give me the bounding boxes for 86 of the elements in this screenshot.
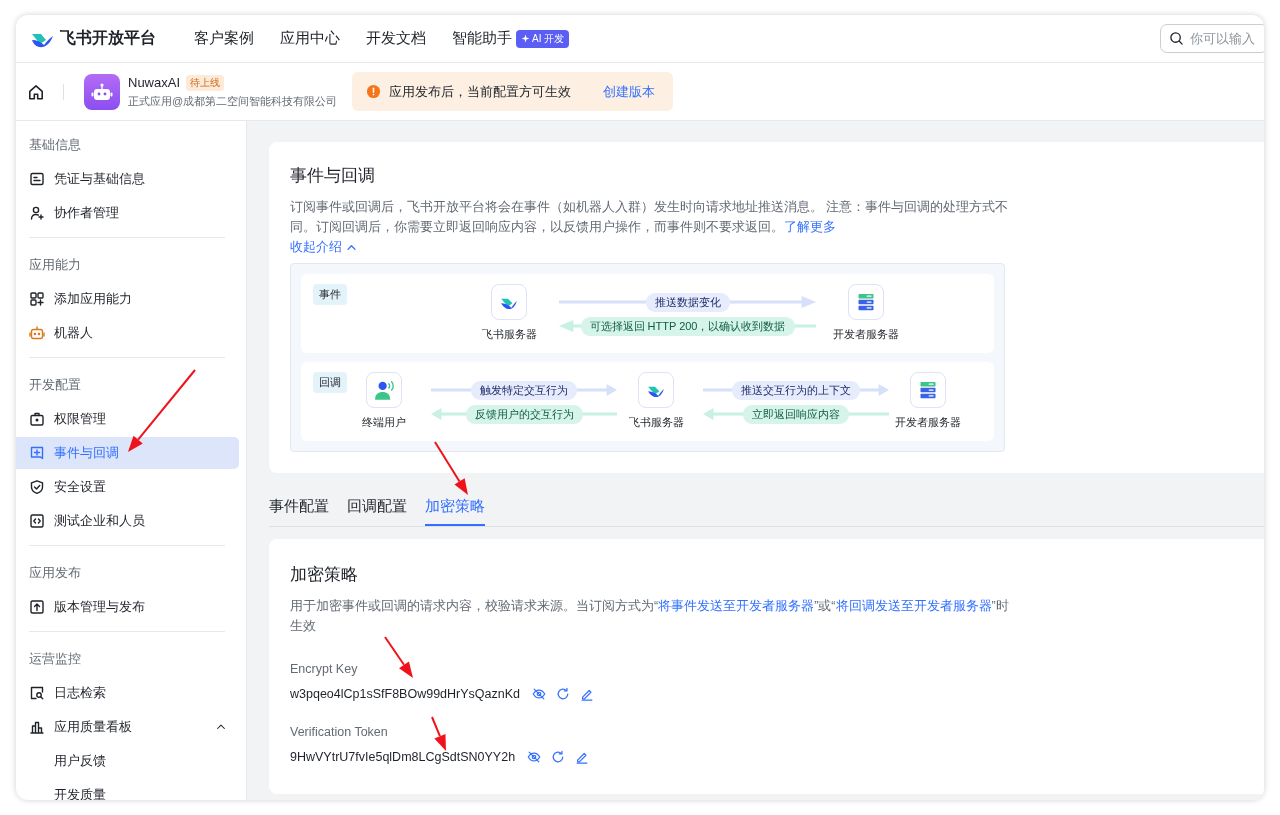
sidebar-item[interactable]: 应用质量看板 bbox=[16, 711, 239, 743]
node-label: 终端用户 bbox=[362, 415, 406, 430]
refresh-icon[interactable] bbox=[551, 750, 566, 764]
shield-check-icon bbox=[29, 479, 45, 495]
search-field[interactable]: 你可以输入 bbox=[1160, 24, 1264, 53]
user-plus-icon bbox=[29, 205, 45, 221]
sidebar-item[interactable]: 事件与回调 bbox=[16, 437, 239, 469]
bar-chart-icon bbox=[29, 719, 45, 735]
sidebar-item[interactable]: 版本管理与发布 bbox=[16, 591, 239, 623]
nav-link[interactable]: 客户案例 bbox=[194, 29, 254, 48]
sidebar-item[interactable]: 机器人 bbox=[16, 317, 239, 349]
section-title: 运营监控 bbox=[28, 651, 82, 668]
flow-label: 反馈用户的交互行为 bbox=[465, 404, 583, 424]
section-title: 开发配置 bbox=[28, 377, 82, 394]
code-icon bbox=[29, 513, 45, 529]
sidebar-item[interactable]: 用户反馈 bbox=[16, 745, 239, 777]
flow-label: 可选择返回 HTTP 200，以确认收到数据 bbox=[580, 316, 795, 336]
refresh-icon[interactable] bbox=[556, 687, 570, 701]
section-title: 加密策略 bbox=[290, 564, 359, 586]
chevron-up-icon bbox=[346, 242, 357, 253]
eye-off-icon[interactable] bbox=[532, 687, 546, 701]
app-organization: 正式应用@成都第二空间智能科技有限公司 bbox=[128, 93, 338, 109]
sidebar-item[interactable]: 开发质量 bbox=[16, 779, 239, 800]
sidebar-item[interactable]: 安全设置 bbox=[16, 471, 239, 503]
server-icon bbox=[856, 292, 876, 312]
sidebar-item[interactable]: 权限管理 bbox=[16, 403, 239, 435]
tab[interactable]: 事件配置 bbox=[269, 497, 329, 526]
flow-label: 推送数据变化 bbox=[645, 292, 730, 312]
app-name: NuwaxAI bbox=[128, 75, 181, 90]
annotation-arrow bbox=[434, 441, 468, 495]
robot-icon bbox=[29, 325, 45, 341]
link[interactable]: 将事件发送至开发者服务器 bbox=[658, 599, 815, 613]
edit-icon[interactable] bbox=[575, 750, 590, 764]
description-text: 订阅事件或回调后，飞书开放平台将会在事件（如机器人入群）发生时向请求地址推送消息。 注意：事件与回调的处理方式不同。订阅回调后，你需要立即返回响应内容，以反馈用户操作，而事件则不要求返回。了解更多 bbox=[290, 199, 1010, 236]
upload-icon bbox=[29, 599, 45, 615]
row-tag: 回调 bbox=[313, 372, 347, 393]
sidebar-item[interactable]: 添加应用能力 bbox=[16, 283, 239, 315]
link[interactable]: 将回调发送至开发者服务器 bbox=[835, 599, 992, 613]
sparkle-icon bbox=[521, 34, 530, 43]
sidebar-item[interactable]: 协作者管理 bbox=[16, 197, 239, 229]
tab[interactable]: 加密策略 bbox=[425, 497, 485, 526]
section-title: 事件与回调 bbox=[290, 165, 376, 187]
description-text: 用于加密事件或回调的请求内容，校验请求来源。当订阅方式为“将事件发送至开发者服务器”或“将回调发送至开发者服务器”时生效 bbox=[290, 598, 1010, 635]
learn-more-link[interactable]: 了解更多 bbox=[784, 220, 836, 234]
annotation-arrow bbox=[431, 716, 446, 751]
field-value: w3pqeo4lCp1sSfF8BOw99dHrYsQaznKd bbox=[290, 687, 520, 701]
node-label: 飞书服务器 bbox=[628, 415, 684, 430]
document-search-icon bbox=[29, 685, 45, 701]
status-badge: 待上线 bbox=[186, 74, 225, 91]
flow-label: 触发特定交互行为 bbox=[471, 380, 577, 400]
flow-label: 推送交互行为的上下文 bbox=[732, 380, 860, 400]
annotation-arrow bbox=[384, 636, 413, 678]
sidebar-item[interactable]: 凭证与基础信息 bbox=[16, 163, 239, 195]
notice-text: 应用发布后，当前配置方可生效 bbox=[389, 82, 572, 101]
section-title: 应用发布 bbox=[28, 565, 82, 582]
field-label: Verification Token bbox=[290, 725, 389, 739]
server-icon bbox=[918, 380, 938, 400]
node-label: 开发者服务器 bbox=[833, 327, 899, 342]
nav-link[interactable]: 应用中心 bbox=[280, 29, 340, 48]
nav-link[interactable]: 开发文档 bbox=[366, 29, 426, 48]
collapse-link[interactable]: 收起介绍 bbox=[290, 239, 357, 256]
flow-label: 立即返回响应内容 bbox=[743, 404, 849, 424]
sidebar-item[interactable]: 日志检索 bbox=[16, 677, 239, 709]
id-card-icon bbox=[29, 171, 45, 187]
eye-off-icon[interactable] bbox=[527, 750, 542, 764]
edit-icon[interactable] bbox=[580, 687, 594, 701]
ai-badge: AI 开发 bbox=[516, 29, 570, 48]
create-version-link[interactable]: 创建版本 bbox=[603, 82, 656, 101]
nav-link[interactable]: 智能助手 bbox=[452, 29, 512, 48]
tab[interactable]: 回调配置 bbox=[347, 497, 407, 526]
node-label: 开发者服务器 bbox=[895, 415, 961, 430]
home-icon[interactable] bbox=[27, 82, 45, 101]
node-label: 飞书服务器 bbox=[481, 327, 537, 342]
apps-icon bbox=[29, 291, 45, 307]
briefcase-icon bbox=[29, 411, 45, 427]
search-icon bbox=[1169, 31, 1184, 46]
app-icon bbox=[84, 73, 120, 110]
field-label: Encrypt Key bbox=[290, 662, 359, 676]
sidebar-item[interactable]: 测试企业和人员 bbox=[16, 505, 239, 537]
row-tag: 事件 bbox=[313, 284, 347, 305]
section-title: 应用能力 bbox=[28, 257, 82, 274]
field-value: 9HwVYtrU7fvIe5qlDm8LCgSdtSN0YY2h bbox=[290, 750, 516, 764]
brand-name[interactable]: 飞书开放平台 bbox=[60, 28, 156, 49]
section-title: 基础信息 bbox=[28, 137, 82, 154]
user-icon bbox=[373, 379, 395, 401]
warning-icon bbox=[366, 84, 382, 99]
